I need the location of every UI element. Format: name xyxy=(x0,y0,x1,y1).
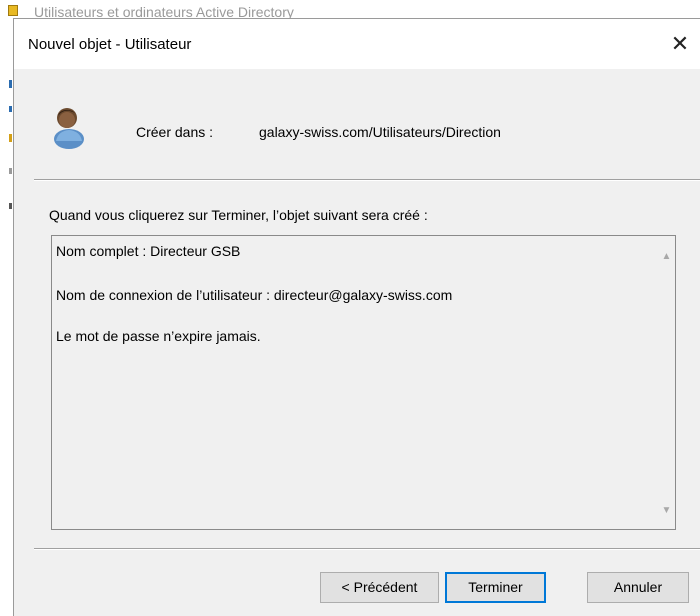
background-window-titlebar: Utilisateurs et ordinateurs Active Direc… xyxy=(0,0,700,18)
create-in-label: Créer dans : xyxy=(136,124,214,140)
summary-textbox[interactable]: Nom complet : Directeur GSB Nom de conne… xyxy=(51,235,676,530)
close-icon[interactable]: ✕ xyxy=(660,27,700,61)
chevron-down-icon[interactable]: ▼ xyxy=(658,502,675,519)
previous-button[interactable]: < Précédent xyxy=(320,572,439,603)
summary-password-policy: Le mot de passe n’expire jamais. xyxy=(56,328,261,344)
dialog-header: Créer dans : galaxy-swiss.com/Utilisateu… xyxy=(14,69,700,179)
cancel-button[interactable]: Annuler xyxy=(587,572,689,603)
summary-full-name: Nom complet : Directeur GSB xyxy=(56,243,241,259)
user-icon xyxy=(54,108,84,149)
folder-icon xyxy=(8,5,18,16)
summary-scrollbar[interactable]: ▲ ▼ xyxy=(658,236,675,529)
finish-button[interactable]: Terminer xyxy=(445,572,546,603)
header-separator xyxy=(34,179,700,181)
dialog-title: Nouvel objet - Utilisateur xyxy=(28,36,192,53)
background-window-edge xyxy=(0,18,14,616)
background-window-title: Utilisateurs et ordinateurs Active Direc… xyxy=(34,4,294,18)
intro-text: Quand vous cliquerez sur Terminer, l’obj… xyxy=(49,207,428,223)
footer-separator xyxy=(34,548,700,550)
summary-logon-name: Nom de connexion de l’utilisateur : dire… xyxy=(56,287,453,303)
create-in-path: galaxy-swiss.com/Utilisateurs/Direction xyxy=(259,124,501,140)
dialog-titlebar: Nouvel objet - Utilisateur ✕ xyxy=(14,19,700,69)
chevron-up-icon[interactable]: ▲ xyxy=(658,248,675,265)
new-user-dialog: Nouvel objet - Utilisateur ✕ Créer dans … xyxy=(13,18,700,616)
